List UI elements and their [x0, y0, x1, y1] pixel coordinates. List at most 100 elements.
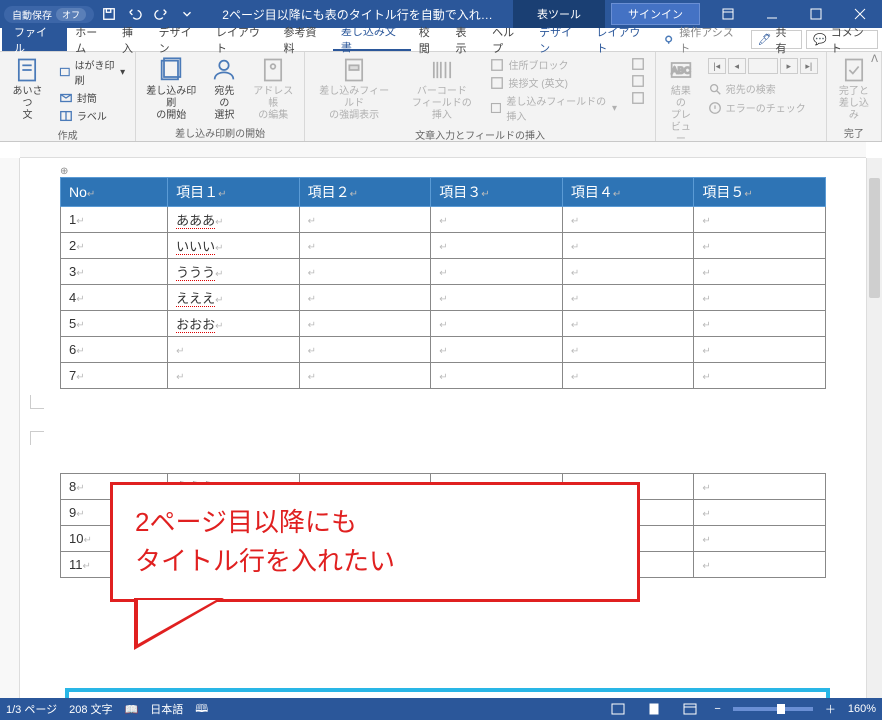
collapse-ribbon-icon[interactable]: ᐱ [871, 54, 878, 65]
table-row[interactable]: 7↵↵↵↵↵↵ [61, 363, 826, 389]
table-cell[interactable]: ううう↵ [168, 259, 300, 285]
table-row[interactable]: 3↵ううう↵↵↵↵↵ [61, 259, 826, 285]
table-cell[interactable]: 3↵ [61, 259, 168, 285]
tab-references[interactable]: 参考資料 [276, 28, 333, 51]
table-cell[interactable]: ↵ [562, 363, 694, 389]
table-header[interactable]: 項目１↵ [168, 178, 300, 207]
table-cell[interactable]: えええ↵ [168, 285, 300, 311]
table-cell[interactable]: ↵ [431, 337, 563, 363]
table-cell[interactable]: 2↵ [61, 233, 168, 259]
table-row[interactable]: 1↵あああ↵↵↵↵↵ [61, 207, 826, 233]
table-cell[interactable]: いいい↵ [168, 233, 300, 259]
table-cell[interactable]: ↵ [562, 311, 694, 337]
tab-design[interactable]: デザイン [151, 28, 208, 51]
table-cell[interactable]: 5↵ [61, 311, 168, 337]
start-mail-merge-button[interactable]: 差し込み印刷 の開始 [140, 54, 202, 124]
tab-help[interactable]: ヘルプ [484, 28, 531, 51]
autosave-toggle[interactable]: 自動保存 オフ [4, 6, 94, 23]
table-cell[interactable]: ↵ [562, 337, 694, 363]
print-layout-icon[interactable] [642, 700, 666, 718]
tell-me-search[interactable]: 操作アシスト [656, 28, 749, 51]
table-row[interactable]: 6↵↵↵↵↵↵ [61, 337, 826, 363]
table-cell[interactable]: ↵ [431, 311, 563, 337]
table-cell[interactable]: ↵ [694, 233, 826, 259]
tab-file[interactable]: ファイル [2, 28, 67, 51]
focus-mode-icon[interactable] [606, 700, 630, 718]
tab-insert[interactable]: 挿入 [114, 28, 151, 51]
language-status[interactable]: 日本語 [150, 701, 183, 717]
table-cell[interactable]: ↵ [299, 285, 431, 311]
tab-home[interactable]: ホーム [67, 28, 114, 51]
table-cell[interactable]: ↵ [694, 285, 826, 311]
table-cell[interactable]: ↵ [431, 363, 563, 389]
zoom-slider[interactable] [733, 707, 813, 711]
web-layout-icon[interactable] [678, 700, 702, 718]
table-cell[interactable]: ↵ [299, 363, 431, 389]
table-cell[interactable]: ↵ [562, 207, 694, 233]
table-cell[interactable]: ↵ [694, 337, 826, 363]
table-cell[interactable]: ↵ [562, 259, 694, 285]
tab-view[interactable]: 表示 [447, 28, 484, 51]
table-header[interactable]: No↵ [61, 178, 168, 207]
table-anchor-icon[interactable]: ⊕ [60, 166, 826, 177]
table-cell[interactable]: ↵ [694, 207, 826, 233]
document-table-page1[interactable]: No↵ 項目１↵ 項目２↵ 項目３↵ 項目４↵ 項目５↵ 1↵あああ↵↵↵↵↵2… [60, 177, 826, 389]
table-cell[interactable]: 7↵ [61, 363, 168, 389]
table-cell[interactable]: ↵ [431, 285, 563, 311]
zoom-in-button[interactable]: ＋ [825, 701, 836, 717]
table-row[interactable]: 5↵おおお↵↵↵↵↵ [61, 311, 826, 337]
accessibility-icon[interactable]: 🕮 [195, 700, 208, 719]
table-cell[interactable]: ↵ [168, 363, 300, 389]
postcard-print-button[interactable]: はがき印刷 ▾ [55, 56, 129, 88]
tab-mailings[interactable]: 差し込み文書 [333, 28, 411, 51]
table-row[interactable]: 4↵えええ↵↵↵↵↵ [61, 285, 826, 311]
redo-icon[interactable] [150, 3, 172, 25]
table-cell[interactable]: ↵ [694, 474, 826, 500]
table-header[interactable]: 項目３↵ [431, 178, 563, 207]
word-count-status[interactable]: 208 文字 [69, 701, 112, 717]
table-cell[interactable]: あああ↵ [168, 207, 300, 233]
table-cell[interactable]: ↵ [299, 207, 431, 233]
tab-layout[interactable]: レイアウト [208, 28, 276, 51]
table-cell[interactable]: ↵ [694, 526, 826, 552]
table-cell[interactable]: 4↵ [61, 285, 168, 311]
label-button[interactable]: ラベル [55, 107, 129, 124]
table-cell[interactable]: 6↵ [61, 337, 168, 363]
table-header[interactable]: 項目２↵ [299, 178, 431, 207]
table-cell[interactable]: 1↵ [61, 207, 168, 233]
tab-table-layout[interactable]: レイアウト [588, 28, 656, 51]
comment-button[interactable]: 💬コメント [806, 30, 878, 49]
vertical-ruler[interactable] [0, 158, 20, 698]
table-cell[interactable]: ↵ [299, 311, 431, 337]
qat-customize-icon[interactable] [176, 3, 198, 25]
signin-button[interactable]: サインイン [611, 3, 700, 25]
table-header[interactable]: 項目５↵ [694, 178, 826, 207]
greeting-text-button[interactable]: あいさつ 文 [4, 54, 51, 124]
table-cell[interactable]: ↵ [299, 337, 431, 363]
table-cell[interactable]: おおお↵ [168, 311, 300, 337]
table-cell[interactable]: ↵ [431, 207, 563, 233]
page-number-status[interactable]: 1/3 ページ [6, 701, 57, 717]
save-icon[interactable] [98, 3, 120, 25]
table-row[interactable]: 2↵いいい↵↵↵↵↵ [61, 233, 826, 259]
table-cell[interactable]: ↵ [431, 259, 563, 285]
tab-table-design[interactable]: デザイン [531, 28, 588, 51]
zoom-level[interactable]: 160% [848, 703, 876, 715]
undo-icon[interactable] [124, 3, 146, 25]
table-header[interactable]: 項目４↵ [562, 178, 694, 207]
table-cell[interactable]: ↵ [694, 500, 826, 526]
table-cell[interactable]: ↵ [694, 259, 826, 285]
table-cell[interactable]: ↵ [299, 259, 431, 285]
tab-review[interactable]: 校閲 [411, 28, 448, 51]
horizontal-ruler[interactable] [20, 142, 866, 158]
table-cell[interactable]: ↵ [694, 363, 826, 389]
table-cell[interactable]: ↵ [299, 233, 431, 259]
table-cell[interactable]: ↵ [562, 285, 694, 311]
table-cell[interactable]: ↵ [431, 233, 563, 259]
share-button[interactable]: 🖊共有 [751, 30, 803, 49]
table-cell[interactable]: ↵ [168, 337, 300, 363]
envelope-button[interactable]: 封筒 [55, 89, 129, 106]
table-cell[interactable]: ↵ [694, 552, 826, 578]
vertical-scrollbar[interactable] [866, 158, 882, 698]
table-cell[interactable]: ↵ [694, 311, 826, 337]
